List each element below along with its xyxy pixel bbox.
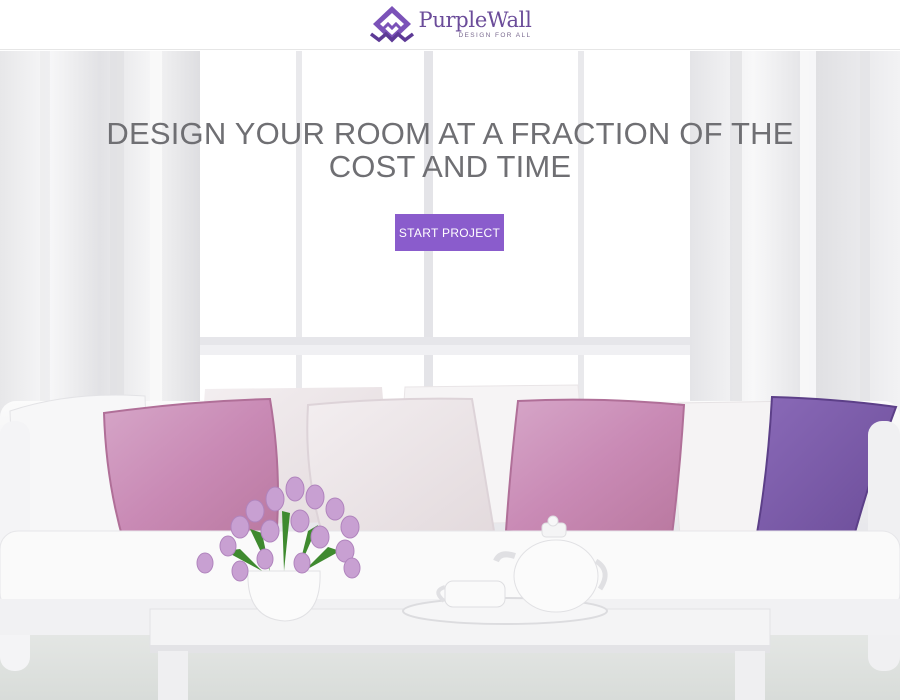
hero-headline-line2: COST AND TIME bbox=[328, 149, 572, 184]
start-project-button[interactable]: START PROJECT bbox=[395, 214, 504, 251]
logo-tagline: DESIGN FOR ALL bbox=[458, 31, 532, 39]
site-header: PurpleWall DESIGN FOR ALL bbox=[0, 0, 900, 50]
logo-link[interactable]: PurpleWall DESIGN FOR ALL bbox=[369, 4, 532, 46]
logo-name: PurpleWall bbox=[418, 7, 532, 32]
hero-section: DESIGN YOUR ROOM AT A FRACTION OF THE CO… bbox=[0, 51, 900, 700]
purplewall-logo-icon bbox=[369, 5, 414, 42]
hero-headline-line1: DESIGN YOUR ROOM AT A FRACTION OF THE bbox=[106, 116, 794, 151]
hero-headline: DESIGN YOUR ROOM AT A FRACTION OF THE CO… bbox=[0, 117, 900, 183]
